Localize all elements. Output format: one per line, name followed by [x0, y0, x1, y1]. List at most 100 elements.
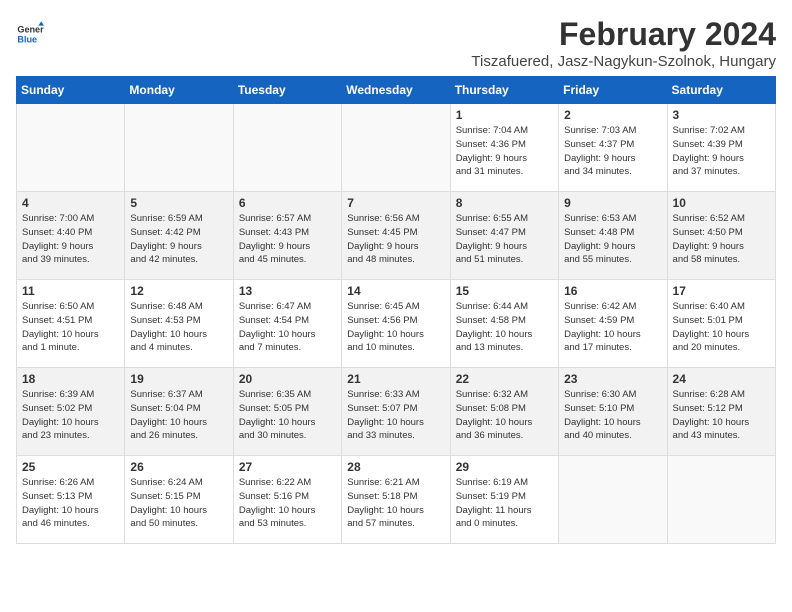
calendar-day-cell: 5 Sunrise: 6:59 AM Sunset: 4:42 PM Daylig…	[125, 192, 233, 280]
calendar-day-cell: 2 Sunrise: 7:03 AM Sunset: 4:37 PM Daylig…	[559, 104, 667, 192]
day-info: Sunrise: 7:03 AM Sunset: 4:37 PM Dayligh…	[564, 124, 661, 179]
logo-icon: General Blue	[16, 20, 44, 48]
day-number: 8	[456, 196, 553, 210]
calendar-day-cell: 1Sunrise: 7:04 AM Sunset: 4:36 PM Daylig…	[450, 104, 558, 192]
day-number: 19	[130, 372, 227, 386]
calendar-day-cell	[233, 104, 341, 192]
calendar-day-cell: 9 Sunrise: 6:53 AM Sunset: 4:48 PM Daylig…	[559, 192, 667, 280]
day-info: Sunrise: 6:39 AM Sunset: 5:02 PM Dayligh…	[22, 388, 119, 443]
day-number: 24	[673, 372, 770, 386]
day-number: 26	[130, 460, 227, 474]
calendar-day-cell: 12 Sunrise: 6:48 AM Sunset: 4:53 PM Dayli…	[125, 280, 233, 368]
day-number: 27	[239, 460, 336, 474]
calendar-table: SundayMondayTuesdayWednesdayThursdayFrid…	[16, 76, 776, 544]
day-info: Sunrise: 6:45 AM Sunset: 4:56 PM Dayligh…	[347, 300, 444, 355]
day-info: Sunrise: 6:28 AM Sunset: 5:12 PM Dayligh…	[673, 388, 770, 443]
day-number: 5	[130, 196, 227, 210]
day-info: Sunrise: 6:42 AM Sunset: 4:59 PM Dayligh…	[564, 300, 661, 355]
calendar-day-cell: 4 Sunrise: 7:00 AM Sunset: 4:40 PM Daylig…	[17, 192, 125, 280]
day-info: Sunrise: 6:56 AM Sunset: 4:45 PM Dayligh…	[347, 212, 444, 267]
calendar-day-cell	[342, 104, 450, 192]
day-number: 1	[456, 108, 553, 122]
calendar-day-cell: 19 Sunrise: 6:37 AM Sunset: 5:04 PM Dayli…	[125, 368, 233, 456]
day-info: Sunrise: 6:57 AM Sunset: 4:43 PM Dayligh…	[239, 212, 336, 267]
calendar-day-cell: 14 Sunrise: 6:45 AM Sunset: 4:56 PM Dayli…	[342, 280, 450, 368]
day-number: 6	[239, 196, 336, 210]
calendar-day-cell: 27 Sunrise: 6:22 AM Sunset: 5:16 PM Dayli…	[233, 456, 341, 544]
calendar-week-row: 11 Sunrise: 6:50 AM Sunset: 4:51 PM Dayli…	[17, 280, 776, 368]
day-number: 12	[130, 284, 227, 298]
day-number: 20	[239, 372, 336, 386]
day-info: Sunrise: 6:30 AM Sunset: 5:10 PM Dayligh…	[564, 388, 661, 443]
calendar-day-cell: 26Sunrise: 6:24 AM Sunset: 5:15 PM Dayli…	[125, 456, 233, 544]
day-number: 3	[673, 108, 770, 122]
calendar-day-cell: 17 Sunrise: 6:40 AM Sunset: 5:01 PM Dayli…	[667, 280, 775, 368]
day-number: 28	[347, 460, 444, 474]
weekday-header: Wednesday	[342, 77, 450, 104]
svg-text:Blue: Blue	[17, 34, 37, 44]
calendar-week-row: 4 Sunrise: 7:00 AM Sunset: 4:40 PM Daylig…	[17, 192, 776, 280]
day-info: Sunrise: 6:50 AM Sunset: 4:51 PM Dayligh…	[22, 300, 119, 355]
calendar-day-cell: 20 Sunrise: 6:35 AM Sunset: 5:05 PM Dayli…	[233, 368, 341, 456]
day-info: Sunrise: 6:44 AM Sunset: 4:58 PM Dayligh…	[456, 300, 553, 355]
day-number: 2	[564, 108, 661, 122]
day-number: 17	[673, 284, 770, 298]
day-info: Sunrise: 6:52 AM Sunset: 4:50 PM Dayligh…	[673, 212, 770, 267]
day-number: 11	[22, 284, 119, 298]
day-number: 16	[564, 284, 661, 298]
calendar-day-cell: 16 Sunrise: 6:42 AM Sunset: 4:59 PM Dayli…	[559, 280, 667, 368]
day-number: 4	[22, 196, 119, 210]
calendar-day-cell	[667, 456, 775, 544]
calendar-day-cell: 8 Sunrise: 6:55 AM Sunset: 4:47 PM Daylig…	[450, 192, 558, 280]
svg-text:General: General	[17, 25, 44, 35]
page-header: General Blue February 2024 Tiszafuered, …	[16, 16, 776, 70]
calendar-day-cell: 28Sunrise: 6:21 AM Sunset: 5:18 PM Dayli…	[342, 456, 450, 544]
day-number: 25	[22, 460, 119, 474]
weekday-header-row: SundayMondayTuesdayWednesdayThursdayFrid…	[17, 77, 776, 104]
day-number: 21	[347, 372, 444, 386]
day-number: 13	[239, 284, 336, 298]
calendar-day-cell: 18Sunrise: 6:39 AM Sunset: 5:02 PM Dayli…	[17, 368, 125, 456]
calendar-day-cell: 23Sunrise: 6:30 AM Sunset: 5:10 PM Dayli…	[559, 368, 667, 456]
calendar-day-cell	[17, 104, 125, 192]
day-info: Sunrise: 6:26 AM Sunset: 5:13 PM Dayligh…	[22, 476, 119, 531]
calendar-day-cell: 7 Sunrise: 6:56 AM Sunset: 4:45 PM Daylig…	[342, 192, 450, 280]
calendar-day-cell: 22 Sunrise: 6:32 AM Sunset: 5:08 PM Dayli…	[450, 368, 558, 456]
day-info: Sunrise: 6:55 AM Sunset: 4:47 PM Dayligh…	[456, 212, 553, 267]
day-info: Sunrise: 6:48 AM Sunset: 4:53 PM Dayligh…	[130, 300, 227, 355]
calendar-day-cell: 21 Sunrise: 6:33 AM Sunset: 5:07 PM Dayli…	[342, 368, 450, 456]
day-number: 7	[347, 196, 444, 210]
day-number: 10	[673, 196, 770, 210]
day-info: Sunrise: 6:32 AM Sunset: 5:08 PM Dayligh…	[456, 388, 553, 443]
day-info: Sunrise: 6:37 AM Sunset: 5:04 PM Dayligh…	[130, 388, 227, 443]
calendar-day-cell: 10 Sunrise: 6:52 AM Sunset: 4:50 PM Dayli…	[667, 192, 775, 280]
calendar-day-cell: 15 Sunrise: 6:44 AM Sunset: 4:58 PM Dayli…	[450, 280, 558, 368]
day-number: 15	[456, 284, 553, 298]
weekday-header: Sunday	[17, 77, 125, 104]
day-info: Sunrise: 6:53 AM Sunset: 4:48 PM Dayligh…	[564, 212, 661, 267]
calendar-day-cell: 13 Sunrise: 6:47 AM Sunset: 4:54 PM Dayli…	[233, 280, 341, 368]
day-info: Sunrise: 7:02 AM Sunset: 4:39 PM Dayligh…	[673, 124, 770, 179]
day-info: Sunrise: 6:59 AM Sunset: 4:42 PM Dayligh…	[130, 212, 227, 267]
day-info: Sunrise: 6:33 AM Sunset: 5:07 PM Dayligh…	[347, 388, 444, 443]
day-number: 14	[347, 284, 444, 298]
calendar-week-row: 1Sunrise: 7:04 AM Sunset: 4:36 PM Daylig…	[17, 104, 776, 192]
day-info: Sunrise: 6:35 AM Sunset: 5:05 PM Dayligh…	[239, 388, 336, 443]
day-number: 22	[456, 372, 553, 386]
calendar-day-cell: 29Sunrise: 6:19 AM Sunset: 5:19 PM Dayli…	[450, 456, 558, 544]
month-title: February 2024	[471, 16, 776, 53]
day-info: Sunrise: 6:47 AM Sunset: 4:54 PM Dayligh…	[239, 300, 336, 355]
weekday-header: Monday	[125, 77, 233, 104]
weekday-header: Saturday	[667, 77, 775, 104]
day-info: Sunrise: 6:19 AM Sunset: 5:19 PM Dayligh…	[456, 476, 553, 531]
day-number: 9	[564, 196, 661, 210]
day-info: Sunrise: 6:22 AM Sunset: 5:16 PM Dayligh…	[239, 476, 336, 531]
day-info: Sunrise: 7:00 AM Sunset: 4:40 PM Dayligh…	[22, 212, 119, 267]
calendar-day-cell: 3 Sunrise: 7:02 AM Sunset: 4:39 PM Daylig…	[667, 104, 775, 192]
title-area: February 2024 Tiszafuered, Jasz-Nagykun-…	[471, 16, 776, 70]
logo: General Blue	[16, 20, 44, 48]
calendar-week-row: 25 Sunrise: 6:26 AM Sunset: 5:13 PM Dayli…	[17, 456, 776, 544]
calendar-day-cell	[559, 456, 667, 544]
day-info: Sunrise: 6:40 AM Sunset: 5:01 PM Dayligh…	[673, 300, 770, 355]
weekday-header: Friday	[559, 77, 667, 104]
